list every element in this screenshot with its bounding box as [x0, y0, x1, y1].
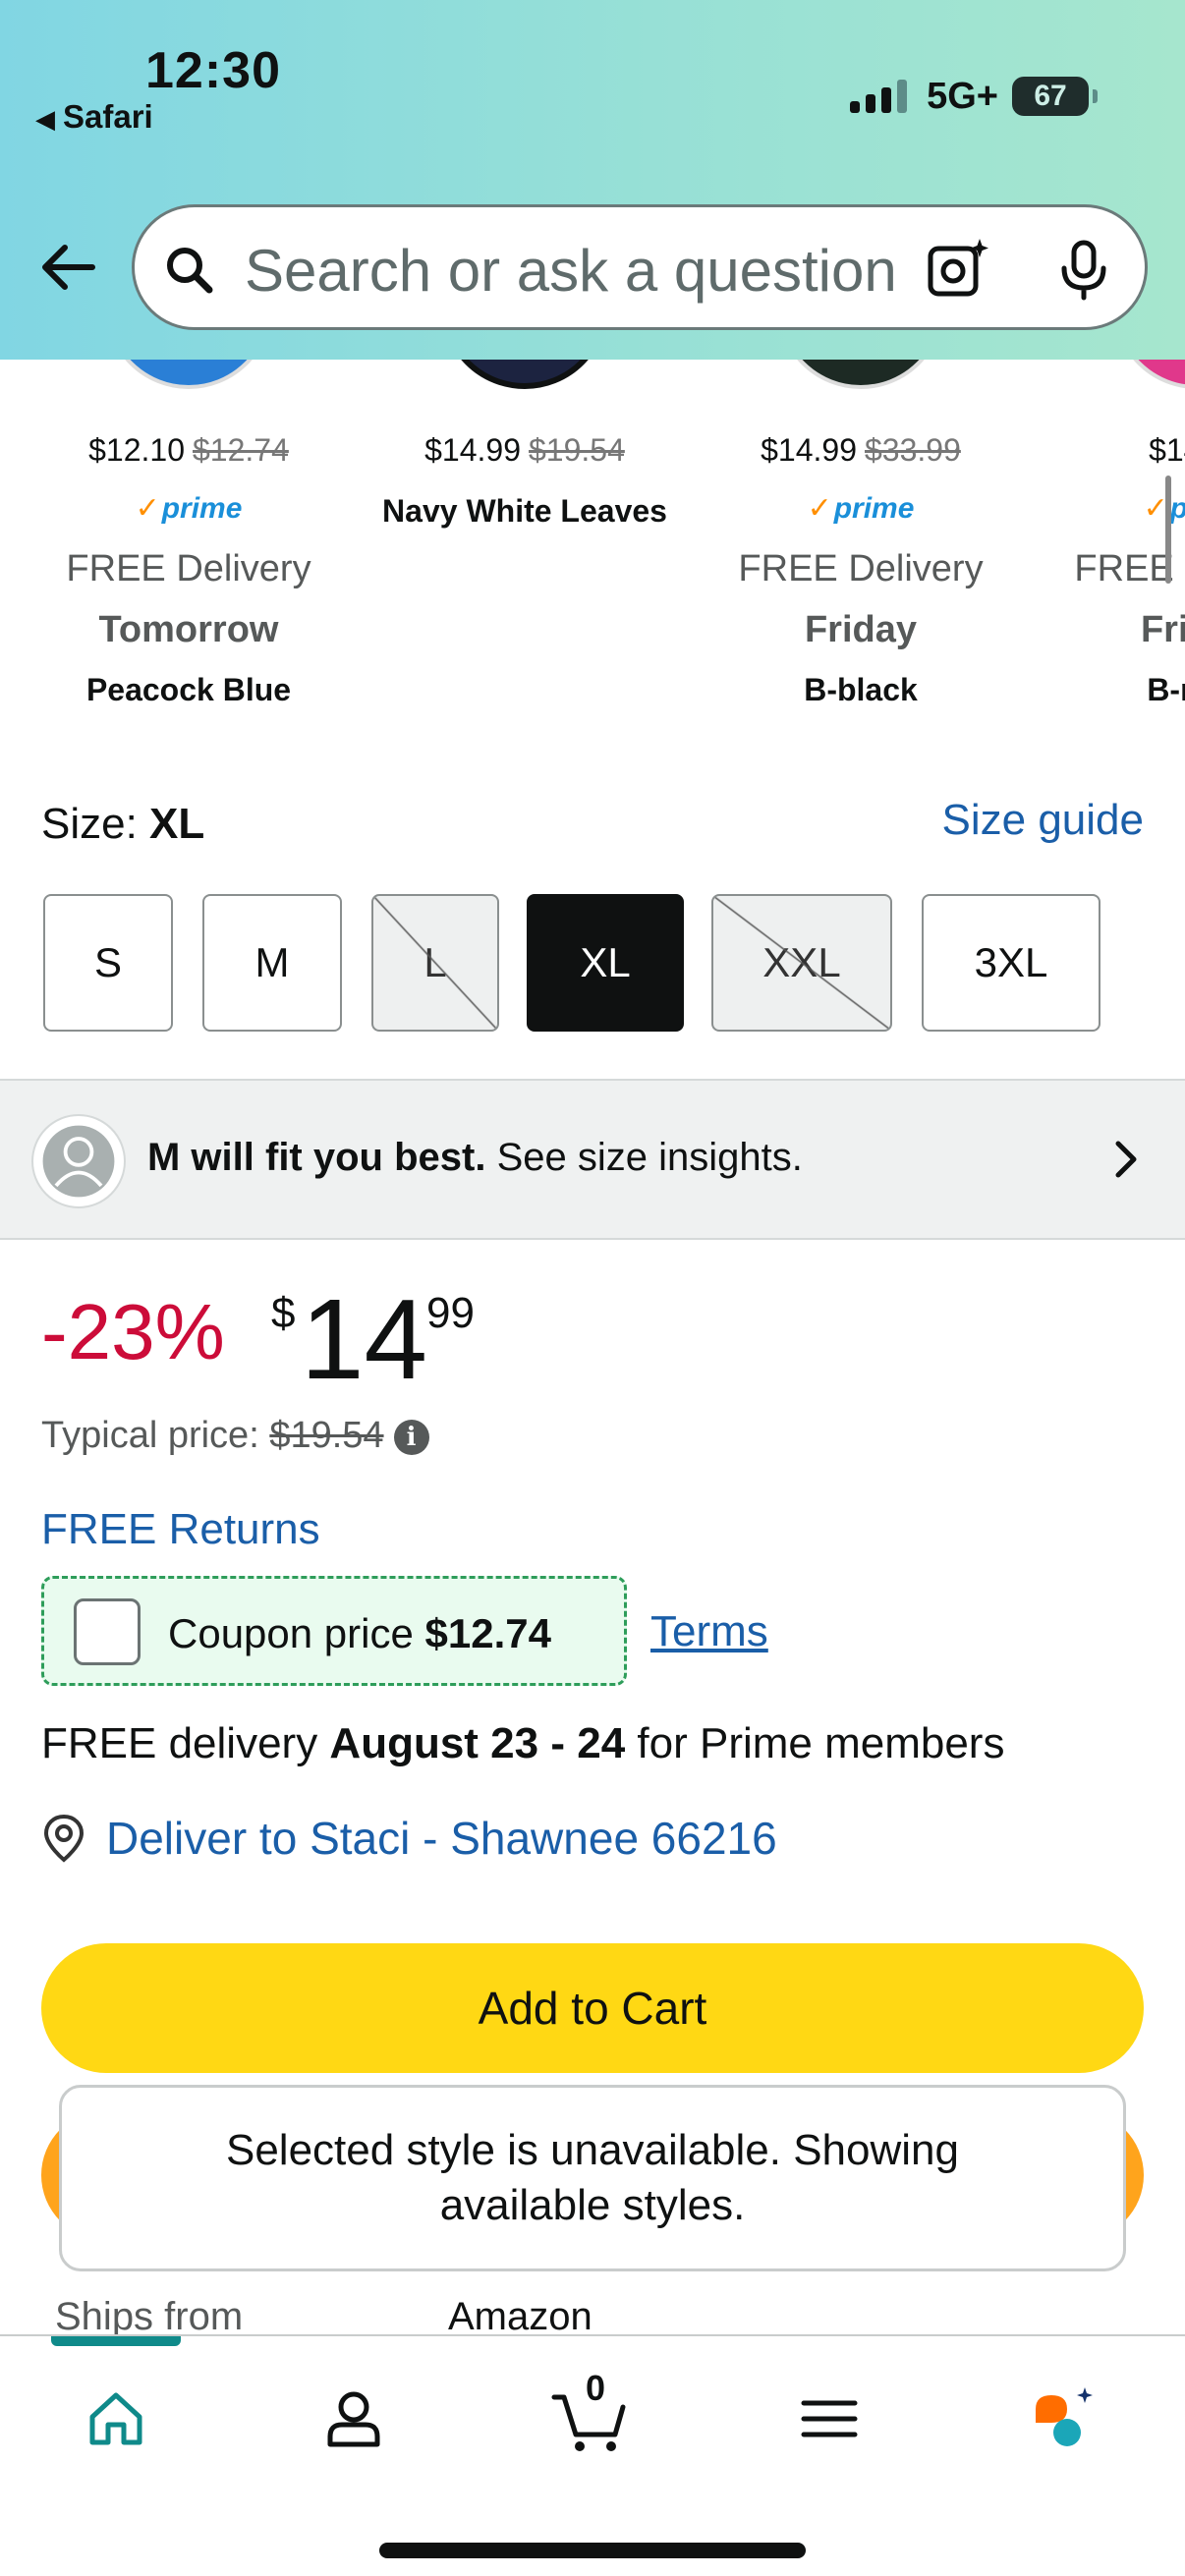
- rufus-assistant-icon: [1036, 2387, 1093, 2446]
- size-fit-banner[interactable]: M will fit you best. See size insights.: [0, 1079, 1185, 1240]
- coupon-box[interactable]: Coupon price $12.74: [41, 1576, 627, 1686]
- unavailable-style-toast: Selected style is unavailable. Showing a…: [59, 2085, 1126, 2271]
- variant-thumbnail: [1113, 360, 1185, 389]
- variant-price: $14.99 $19.54: [424, 432, 625, 468]
- variant-delivery: FREE Delivery: [1074, 548, 1185, 589]
- battery-icon: 67: [1012, 77, 1098, 116]
- back-triangle-icon: ◀: [35, 104, 55, 134]
- variant-thumbnail: [777, 360, 944, 389]
- network-type: 5G+: [927, 75, 998, 117]
- coupon-checkbox[interactable]: [74, 1598, 141, 1665]
- back-app-label: Safari: [63, 98, 153, 135]
- variant-price: $14.24: [1149, 432, 1185, 468]
- variant-name: Peacock Blue: [85, 672, 292, 707]
- nav-rufus[interactable]: [1024, 2380, 1102, 2458]
- discount-percent: -23%: [41, 1288, 225, 1375]
- chevron-right-icon: [1115, 1141, 1137, 1178]
- search-input[interactable]: Search or ask a question: [132, 204, 1148, 330]
- variant-delivery: FREE Delivery: [66, 548, 311, 589]
- price-cents: 99: [426, 1289, 475, 1337]
- back-to-safari[interactable]: ◀ Safari: [35, 98, 153, 136]
- delivery-info: FREE delivery August 23 - 24 for Prime m…: [41, 1719, 1005, 1767]
- variant-name: B-rose: [1147, 672, 1185, 707]
- size-guide-link[interactable]: Size guide: [942, 796, 1144, 845]
- nav-menu[interactable]: [790, 2380, 869, 2458]
- prime-badge: ✓prime: [1143, 492, 1185, 525]
- size-option-l[interactable]: L: [371, 894, 499, 1032]
- variant-thumbnail: [105, 360, 272, 389]
- variant-delivery: FREE Delivery: [738, 548, 984, 589]
- nav-account[interactable]: [314, 2380, 393, 2458]
- ships-from-label: Ships from: [55, 2295, 244, 2338]
- style-variant-carousel[interactable]: $12.10 $12.74 ✓prime FREE Delivery Tomorr…: [0, 360, 1185, 723]
- nav-home[interactable]: [77, 2380, 155, 2458]
- prime-badge: ✓prime: [807, 492, 915, 525]
- variant-name: Navy White Leaves: [382, 493, 667, 529]
- active-tab-indicator: [51, 2336, 181, 2346]
- variant-thumbnail: [441, 360, 608, 389]
- size-option-s[interactable]: S: [43, 894, 173, 1032]
- location-pin-icon: [43, 1814, 85, 1863]
- camera-search-icon[interactable]: [925, 235, 991, 302]
- size-option-3xl[interactable]: 3XL: [922, 894, 1100, 1032]
- info-icon[interactable]: i: [393, 1419, 429, 1455]
- add-to-cart-button[interactable]: Add to Cart: [41, 1943, 1144, 2073]
- price-whole: 14: [301, 1275, 428, 1403]
- horizontal-scroll-indicator: [1165, 476, 1171, 584]
- status-time: 12:30: [145, 42, 281, 99]
- deliver-to-text: Deliver to Staci - Shawnee 66216: [106, 1813, 777, 1864]
- header: 12:30 ◀ Safari 5G+ 67 Search or ask a que…: [0, 0, 1185, 360]
- variant-price: $14.99 $33.99: [761, 432, 961, 468]
- prime-badge: ✓prime: [135, 492, 243, 525]
- free-returns-link[interactable]: FREE Returns: [41, 1505, 320, 1554]
- coupon-label: Coupon price $12.74: [168, 1610, 551, 1656]
- size-option-xl[interactable]: XL: [527, 894, 684, 1032]
- price-currency: $: [271, 1289, 296, 1337]
- size-option-xxl[interactable]: XXL: [711, 894, 892, 1032]
- typical-price: Typical price: $19.54 i: [41, 1415, 429, 1457]
- variant-name: B-black: [804, 672, 918, 707]
- variant-delivery-day: Friday: [804, 609, 918, 650]
- selected-size: XL: [149, 800, 205, 848]
- size-label: Size: XL: [41, 800, 205, 848]
- variant-delivery-day: Friday: [1140, 609, 1185, 650]
- status-indicators: 5G+ 67: [850, 69, 1098, 124]
- variant-delivery-day: Tomorrow: [98, 609, 279, 650]
- deliver-to-link[interactable]: Deliver to Staci - Shawnee 66216: [41, 1812, 777, 1865]
- bottom-navigation: 0: [0, 2334, 1185, 2576]
- fit-recommendation: M will fit you best. See size insights.: [147, 1136, 803, 1179]
- variant-price: $12.10 $12.74: [88, 432, 289, 468]
- size-option-m[interactable]: M: [202, 894, 342, 1032]
- signal-icon: [850, 80, 908, 113]
- ships-from-value: Amazon: [448, 2295, 592, 2338]
- cart-count: 0: [586, 2368, 606, 2408]
- avatar: [31, 1114, 126, 1208]
- coupon-terms-link[interactable]: Terms: [650, 1607, 768, 1656]
- account-icon: [327, 2391, 380, 2447]
- home-icon: [89, 2392, 142, 2445]
- microphone-icon[interactable]: [1054, 239, 1113, 302]
- back-arrow-icon[interactable]: [35, 236, 98, 299]
- home-indicator: [379, 2543, 806, 2558]
- search-icon: [167, 248, 213, 294]
- menu-icon: [801, 2400, 858, 2437]
